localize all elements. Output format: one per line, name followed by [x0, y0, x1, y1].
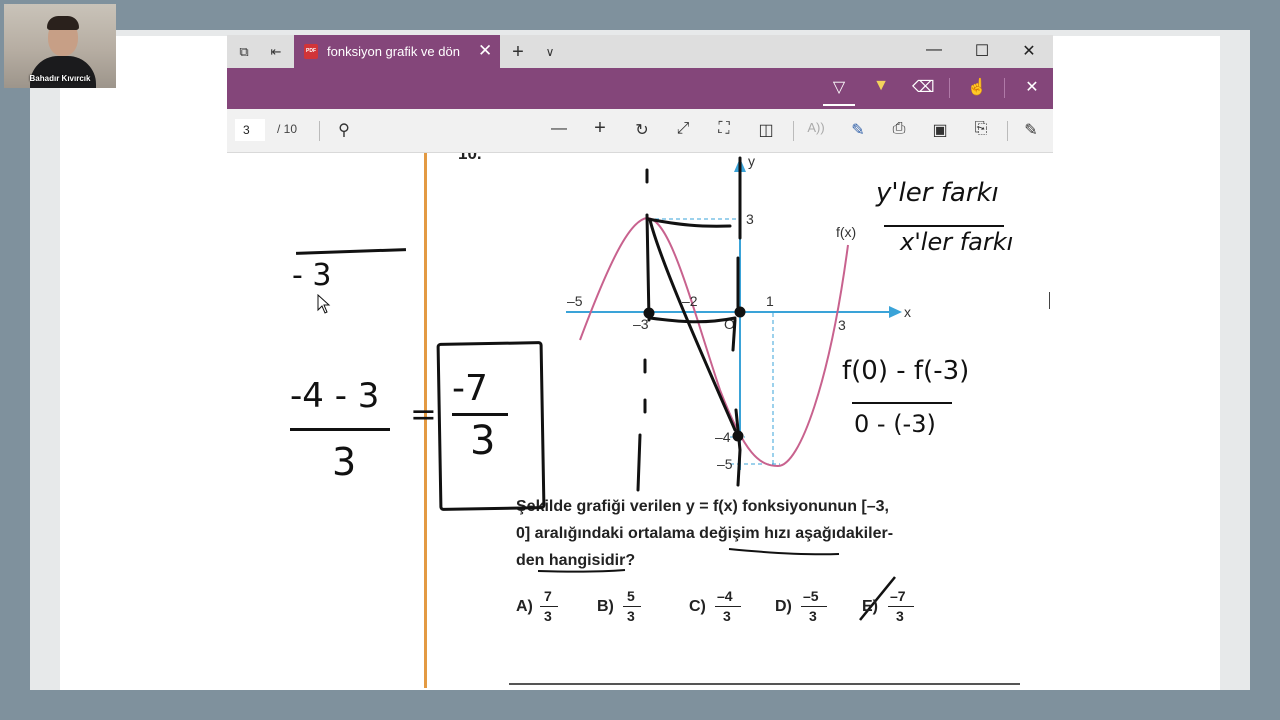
- pen-icon[interactable]: ▽: [828, 77, 850, 97]
- ink-y-diff: y'ler farkı: [876, 178, 999, 208]
- zoom-out-icon[interactable]: —: [548, 120, 570, 138]
- question-line-3: den hangisidir?: [516, 552, 636, 569]
- fullscreen-icon[interactable]: ⛶: [713, 120, 735, 138]
- ink-f-diff: f(0) - f(-3): [842, 356, 970, 386]
- tab-actions-icon[interactable]: ⧉: [235, 43, 253, 61]
- pdf-icon: PDF: [304, 44, 318, 59]
- chevron-down-icon[interactable]: ∨: [541, 43, 559, 61]
- set-tabs-aside-icon[interactable]: ⇤: [267, 43, 285, 61]
- eraser-icon[interactable]: ⌫: [912, 77, 935, 97]
- close-window-icon[interactable]: ✕: [1018, 41, 1040, 61]
- ink-x-diff-values: 0 - (-3): [854, 410, 936, 438]
- ink-top-fraction-bar: [884, 225, 1004, 227]
- maximize-icon[interactable]: ☐: [971, 41, 993, 61]
- function-label: f(x): [836, 224, 856, 240]
- function-curve: [579, 216, 849, 468]
- webcam-overlay: Bahadır Kıvırcık: [4, 4, 116, 88]
- underline-degisim: [728, 548, 840, 556]
- ink-left-denominator: 3: [332, 440, 357, 484]
- save-icon[interactable]: ▣: [929, 120, 951, 140]
- x-tick-1: 1: [766, 293, 774, 309]
- new-tab-icon[interactable]: +: [509, 42, 527, 62]
- pdf-toolbar: 3 / 10 ⚲ — + ↻ ⤢ ⛶ ◫ A)) ✎ ⎙ ▣ ⎘ ✎: [227, 109, 1053, 153]
- fit-to-page-icon[interactable]: ⤢: [672, 120, 694, 138]
- ink-left-fraction-bar: [290, 428, 390, 431]
- page-number-input[interactable]: 3: [235, 119, 265, 141]
- page-total: / 10: [277, 122, 298, 136]
- x-tick-minus2: –2: [682, 293, 698, 309]
- search-icon[interactable]: ⚲: [333, 120, 355, 140]
- ink-minus-three: - 3: [292, 258, 332, 293]
- highlighter-icon[interactable]: ▼: [870, 77, 892, 95]
- ink-boxed-bar: [452, 413, 508, 416]
- x-tick-minus3: –3: [633, 316, 649, 332]
- tab-title: fonksiyon grafik ve dön: [327, 44, 460, 59]
- ink-equals: =: [410, 395, 437, 433]
- pin-toolbar-icon[interactable]: ✎: [1020, 120, 1042, 140]
- tab-bar: ⧉ ⇤ PDF fonksiyon grafik ve dön ✕ + ∨ — …: [227, 35, 1053, 68]
- print-icon[interactable]: ⎙: [888, 120, 910, 138]
- touch-writing-icon[interactable]: ☝: [966, 77, 988, 97]
- ink-toolbar: ▽ ▼ ⌫ ☝ ✕: [227, 68, 1053, 109]
- ink-mid-fraction-bar: [852, 402, 952, 404]
- presenter-name: Bahadır Kıvırcık: [29, 74, 91, 83]
- text-cursor: [1049, 292, 1050, 309]
- x-tick-minus5: –5: [567, 293, 583, 309]
- tab-pdf[interactable]: PDF fonksiyon grafik ve dön ✕: [294, 35, 500, 68]
- mouse-pointer-icon: [317, 294, 331, 314]
- ink-x-diff: x'ler farkı: [900, 228, 1014, 256]
- page-view-icon[interactable]: ◫: [755, 120, 777, 140]
- x-axis-label: x: [904, 304, 911, 320]
- draw-icon[interactable]: ✎: [847, 120, 869, 140]
- save-as-icon[interactable]: ⎘: [970, 120, 992, 138]
- y-tick-minus5: –5: [717, 456, 733, 472]
- question-line-1: Şekilde grafiği verilen y = f(x) fonksiy…: [516, 498, 889, 515]
- ink-left-numerator: -4 - 3: [290, 376, 380, 416]
- y-tick-minus4: –4: [715, 429, 731, 445]
- read-aloud-icon[interactable]: A)): [805, 120, 827, 135]
- minimize-icon[interactable]: —: [923, 41, 945, 59]
- zoom-in-icon[interactable]: +: [589, 117, 611, 140]
- ink-boxed-denominator: 3: [470, 418, 496, 464]
- rotate-icon[interactable]: ↻: [631, 120, 653, 140]
- pen-selected-indicator: [823, 104, 855, 106]
- y-axis-label: y: [748, 153, 755, 169]
- browser-window: ⧉ ⇤ PDF fonksiyon grafik ve dön ✕ + ∨ — …: [227, 35, 1053, 153]
- underline-hangisidir: [537, 569, 626, 573]
- x-tick-3: 3: [838, 317, 846, 333]
- close-ink-icon[interactable]: ✕: [1021, 77, 1043, 97]
- ink-boxed-numerator: -7: [452, 368, 488, 409]
- close-tab-icon[interactable]: ✕: [478, 41, 492, 61]
- y-tick-3: 3: [746, 211, 754, 227]
- question-line-2: 0] aralığındaki ortalama değişim hızı aş…: [516, 525, 894, 542]
